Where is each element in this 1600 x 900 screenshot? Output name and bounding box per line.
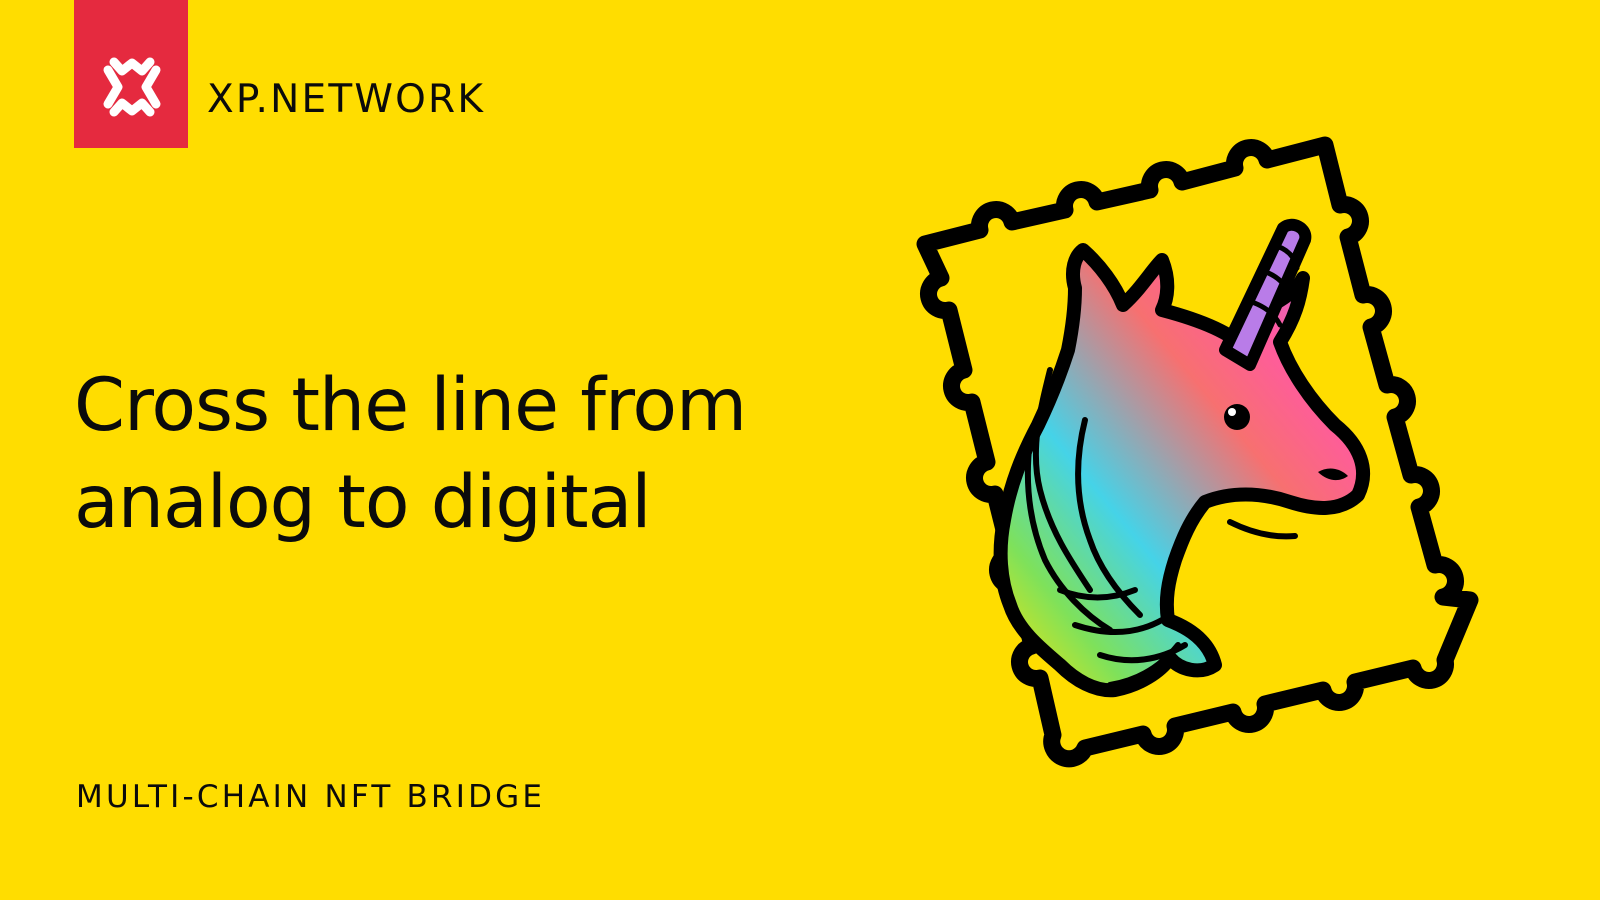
tagline: MULTI-CHAIN NFT BRIDGE [76,779,546,815]
brand-wordmark: XP.NETWORK [207,77,486,122]
xp-network-x-icon [74,0,188,148]
logo-badge [74,0,188,148]
unicorn-head [993,218,1371,698]
banner: XP.NETWORK Cross the line from analog to… [0,0,1600,900]
headline: Cross the line from analog to digital [74,357,747,551]
headline-line-2: analog to digital [74,460,652,545]
unicorn-stamp-illustration [916,136,1479,768]
headline-line-1: Cross the line from [74,363,747,448]
